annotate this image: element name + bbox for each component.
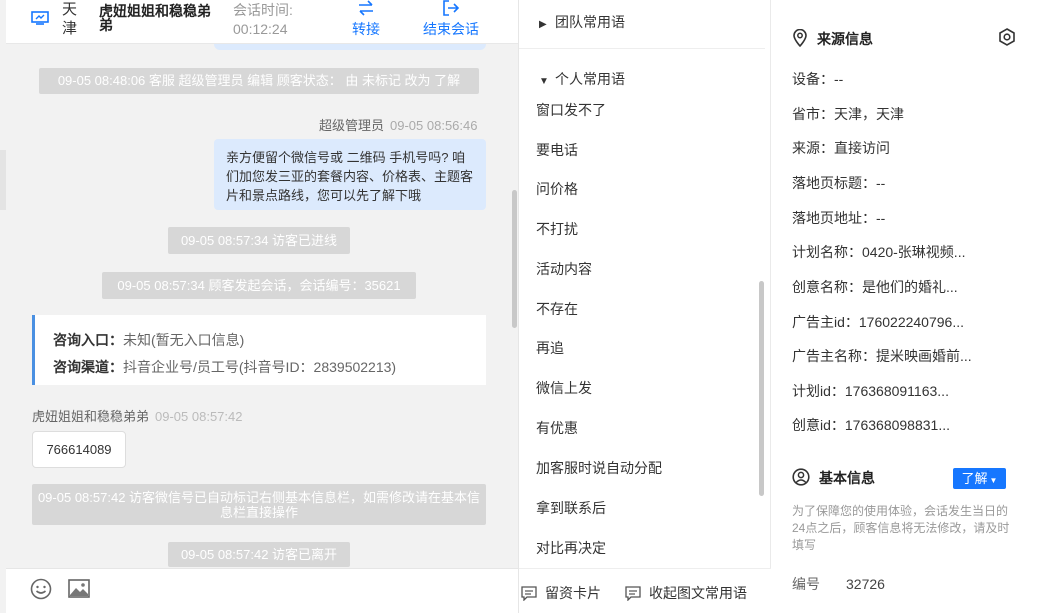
agent-message-bubble: 亲方便留个微信号或 二维码 手机号吗? 咱们加您发三亚的套餐内容、价格表、主题客… [214,139,486,210]
session-time-label: 会话时间: [233,2,293,18]
source-info-row: 广告主id：176022240796... [792,314,964,330]
system-message: 09-05 08:48:06 客服 超级管理员 编辑 顾客状态： 由 未标记 改… [39,68,479,94]
visitor-message-meta: 虎妞姐姐和稳稳弟弟 09-05 08:57:42 [32,406,242,425]
system-message: 09-05 08:57:34 顾客发起会话，会话编号：35621 [102,272,416,299]
customer-city: 天津 [62,1,78,37]
transfer-button[interactable]: 转接 [344,0,388,40]
phrases-actions-bar: 留资卡片 收起图文常用语 [519,568,771,613]
phrase-item[interactable]: 对比再决定 [536,538,606,558]
user-icon [792,468,810,486]
phrase-item[interactable]: 窗口发不了 [536,100,606,120]
phrase-item[interactable]: 活动内容 [536,259,592,279]
lead-card-label: 留资卡片 [545,585,601,601]
system-message: 09-05 08:57:42 访客微信号已自动标记右侧基本信息栏，如需修改请在基… [32,484,486,525]
entry-value: 未知(暂无入口信息) [123,332,245,348]
system-message: 09-05 08:57:34 访客已进线 [168,227,350,254]
input-toolbar [6,568,518,613]
channel-row: 咨询渠道：抖音企业号/员工号(抖音号ID：2839502213) [53,354,468,381]
collapse-phrases-button[interactable]: 收起图文常用语 [625,583,747,603]
divider [519,48,765,49]
source-info-row: 广告主名称：提米映画婚前... [792,348,972,364]
phrase-item[interactable]: 问价格 [536,179,578,199]
caret-right-icon: ▶ [539,19,547,30]
monitor-icon [31,11,49,25]
card-icon [521,586,537,602]
left-edge-strip [0,150,6,210]
team-phrases-title: 团队常用语 [555,14,625,30]
visitor-name: 虎妞姐姐和稳稳弟弟 [32,409,150,424]
customer-number-row: 编号 32726 [792,574,885,594]
chat-panel: 天津 虎妞姐姐和稳稳弟弟 会话时间: 00:12:24 转接 结束会话 09-0… [0,0,519,613]
phrase-item[interactable]: 有优惠 [536,418,578,438]
phrase-item[interactable]: 再追 [536,338,564,358]
customer-status-dropdown[interactable]: 了解 ▼ [953,468,1006,489]
emoji-icon[interactable] [29,577,53,601]
entry-label: 咨询入口： [53,332,123,348]
location-pin-icon [793,28,807,48]
chat-scrollbar[interactable] [512,190,517,328]
chat-header: 天津 虎妞姐姐和稳稳弟弟 会话时间: 00:12:24 转接 结束会话 [6,0,518,44]
agent-message-meta: 超级管理员 09-05 08:56:46 [319,115,477,134]
channel-label: 咨询渠道： [53,359,123,375]
collapse-phrases-label: 收起图文常用语 [649,585,747,601]
image-icon[interactable] [67,577,91,601]
team-phrases-group[interactable]: ▶ 团队常用语 [539,12,625,32]
phrases-scrollbar[interactable] [759,281,764,496]
personal-phrases-title: 个人常用语 [555,71,625,87]
transfer-label: 转接 [352,21,380,37]
phrase-item[interactable]: 加客服时说自动分配 [536,458,662,478]
previous-agent-bubble [214,44,486,50]
source-info-row: 省市：天津，天津 [792,106,904,122]
source-info-row: 创意名称：是他们的婚礼... [792,279,958,295]
agent-message-time: 09-05 08:56:46 [390,118,478,133]
end-session-label: 结束会话 [423,21,479,37]
visitor-message-bubble: 766614089 [32,431,126,468]
source-info-row: 设备：-- [792,71,844,87]
source-info-row: 来源：直接访问 [792,140,890,156]
end-session-button[interactable]: 结束会话 [416,0,486,40]
source-info-row: 计划名称：0420-张琳视频... [792,244,966,260]
basic-info-header: 基本信息 [792,468,875,488]
session-time-value: 00:12:24 [233,21,288,37]
customer-number-label: 编号 [792,576,820,592]
phrase-item[interactable]: 不存在 [536,299,578,319]
agent-name: 超级管理员 [319,118,385,133]
phrase-item[interactable]: 要电话 [536,140,578,160]
caret-down-icon: ▼ [539,76,549,87]
message-icon [625,586,641,602]
system-message: 09-05 08:57:42 访客已离开 [168,542,350,567]
entry-row: 咨询入口：未知(暂无入口信息) [53,327,468,354]
source-info-row: 落地页地址：-- [792,210,886,226]
entry-info-card: 咨询入口：未知(暂无入口信息) 咨询渠道：抖音企业号/员工号(抖音号ID：283… [32,315,486,385]
visitor-message-time: 09-05 08:57:42 [155,409,243,424]
customer-number-value: 32726 [846,576,885,592]
phrase-item[interactable]: 微信上发 [536,378,592,398]
source-info-title: 来源信息 [817,31,873,47]
transfer-icon [359,0,373,16]
source-info-row: 创意id：176368098831... [792,417,950,433]
phrase-item[interactable]: 不打扰 [536,219,578,239]
customer-name: 虎妞姐姐和稳稳弟弟 [99,3,211,33]
basic-info-title: 基本信息 [819,470,875,486]
caret-down-icon: ▼ [989,476,998,485]
channel-value: 抖音企业号/员工号(抖音号ID：2839502213) [123,359,397,375]
info-panel: 来源信息 设备：-- 省市：天津，天津 来源：直接访问 落地页标题：-- 落地页… [771,0,1037,613]
phrases-panel: ▶ 团队常用语 ▼ 个人常用语 窗口发不了 要电话 问价格 不打扰 活动内容 不存在… [519,0,771,613]
exit-icon [443,0,460,16]
personal-phrases-group[interactable]: ▼ 个人常用语 [539,69,625,89]
source-info-row: 落地页标题：-- [792,175,886,191]
phrase-item[interactable]: 拿到联系后 [536,498,606,518]
source-info-row: 计划id：176368091163... [792,383,949,399]
settings-icon[interactable] [997,27,1017,47]
customer-status-label: 了解 [961,471,988,486]
source-info-header: 来源信息 [792,28,873,49]
basic-info-note: 为了保障您的使用体验，会话发生当日的24点之后，顾客信息将无法修改，请及时填写 [792,504,1010,552]
lead-card-button[interactable]: 留资卡片 [521,583,601,603]
